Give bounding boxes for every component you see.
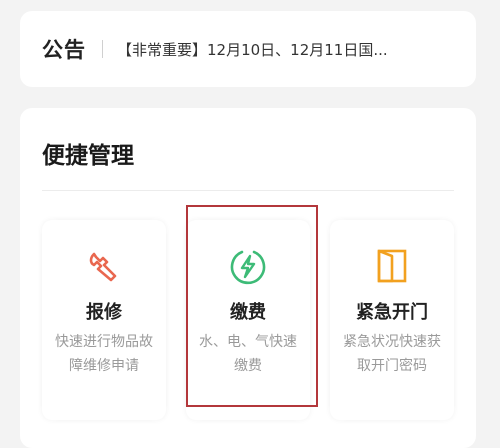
lightning-icon	[230, 250, 266, 285]
tile-description: 紧急状况快速获取开门密码	[343, 334, 441, 374]
notice-divider	[102, 40, 103, 58]
repair-tile[interactable]: 报修 快速进行物品故障维修申请	[42, 220, 166, 420]
notice-bar[interactable]: 公告 【非常重要】12月10日、12月11日国...	[20, 11, 476, 87]
quick-management-card: 便捷管理 报修 快速进行物品故障维修申请 缴费 水、电、气快速缴费 紧急开门 紧…	[20, 108, 476, 448]
wrench-icon	[89, 252, 117, 282]
notice-text[interactable]: 【非常重要】12月10日、12月11日国...	[117, 39, 447, 60]
door-icon	[377, 249, 407, 283]
section-title: 便捷管理	[42, 143, 134, 169]
tile-description: 水、电、气快速缴费	[199, 334, 297, 374]
emergency-door-tile[interactable]: 紧急开门 紧急状况快速获取开门密码	[330, 220, 454, 420]
tile-title: 紧急开门	[356, 302, 428, 323]
section-divider	[42, 190, 454, 191]
tile-title: 报修	[86, 302, 122, 323]
notice-logo: 公告	[42, 38, 86, 62]
tile-description: 快速进行物品故障维修申请	[55, 334, 153, 374]
payment-tile[interactable]: 缴费 水、电、气快速缴费	[186, 220, 310, 420]
tile-title: 缴费	[230, 302, 266, 323]
